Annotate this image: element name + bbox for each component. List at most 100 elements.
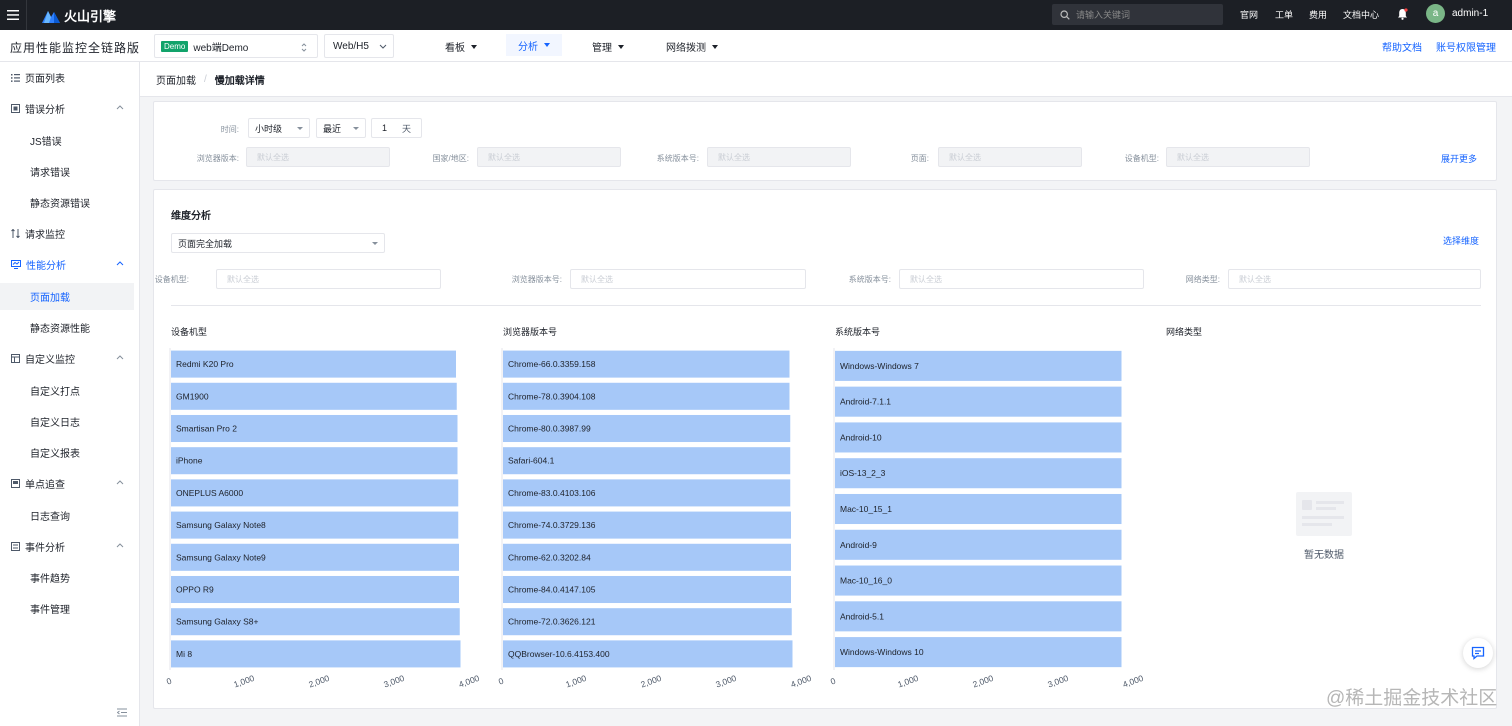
sidebar-item-log-query[interactable]: 日志查询 (0, 502, 134, 529)
sidebar-group-event-analysis[interactable]: 事件分析 (0, 533, 134, 560)
sidebar-item-label: 日志查询 (30, 512, 70, 523)
sidebar-item-js-error[interactable]: JS错误 (0, 127, 134, 154)
bell-icon[interactable] (1397, 8, 1408, 23)
breadcrumb-current: 慢加载详情 (214, 75, 265, 87)
sidebar-item-custom-tracking[interactable]: 自定义打点 (0, 377, 134, 404)
device-model-dim-filter[interactable]: 默认全选 (216, 269, 441, 289)
sidebar-item-event-trend[interactable]: 事件趋势 (0, 564, 134, 591)
bar[interactable] (171, 382, 457, 410)
expand-more-link[interactable]: 展开更多 (1441, 152, 1477, 165)
link-ticket[interactable]: 工单 (1275, 8, 1293, 21)
app-name: web端Demo (193, 42, 249, 54)
caret-down-icon (712, 44, 718, 49)
sidebar-item-custom-report[interactable]: 自定义报表 (0, 439, 134, 466)
sidebar-item-custom-log[interactable]: 自定义日志 (0, 408, 134, 435)
count-input[interactable]: 1天 (371, 118, 422, 138)
nav-network-probe[interactable]: 网络拨测 (666, 39, 718, 54)
sidebar-group-custom-monitor[interactable]: 自定义监控 (0, 345, 134, 372)
range-select[interactable]: 最近 (316, 118, 366, 138)
watermark: @稀土掘金技术社区 (1326, 688, 1498, 709)
sidebar-item-label: 静态资源性能 (30, 324, 90, 335)
collapse-sidebar-icon[interactable] (116, 708, 127, 720)
nav-analysis-label: 分析 (518, 41, 538, 53)
bar[interactable] (171, 575, 459, 604)
metric-value: 页面完全加载 (178, 238, 233, 249)
brand-logo[interactable]: 火山引擎 (42, 6, 116, 25)
sidebar-item-request-monitor[interactable]: 请求监控 (0, 220, 134, 247)
bar-label: Samsung Galaxy S8+ (176, 617, 258, 627)
sidebar-item-page-load[interactable]: 页面加载 (0, 283, 134, 310)
country-region-filter[interactable]: 默认全选 (477, 147, 621, 167)
username[interactable]: admin-1 (1452, 8, 1488, 19)
filter-label: 系统版本号: (656, 154, 699, 163)
bar-label: Chrome-72.0.3626.121 (508, 617, 596, 627)
bar-label: Samsung Galaxy Note9 (176, 552, 266, 562)
platform-selector[interactable]: Web/H5 (324, 34, 394, 58)
bar-label: Chrome-80.0.3987.99 (508, 424, 591, 434)
network-type-dim-filter[interactable]: 默认全选 (1228, 269, 1481, 289)
breadcrumb-parent[interactable]: 页面加载 (156, 72, 196, 87)
tick-label: 2,000 (307, 673, 331, 690)
filter-label: 设备机型: (1124, 154, 1159, 163)
metric-select[interactable]: 页面完全加载 (171, 233, 385, 253)
sidebar-item-label: 事件分析 (25, 543, 65, 554)
os-version-filter[interactable]: 默认全选 (707, 147, 851, 167)
browser-version-filter[interactable]: 默认全选 (246, 147, 390, 167)
nav-manage[interactable]: 管理 (592, 39, 624, 54)
nav-analysis[interactable]: 分析 (506, 34, 562, 56)
bar[interactable] (835, 529, 1122, 560)
browser-version-dim-filter[interactable]: 默认全选 (570, 269, 806, 289)
page-filter[interactable]: 默认全选 (938, 147, 1082, 167)
sidebar-group-error-analysis[interactable]: 错误分析 (0, 95, 134, 122)
nav-manage-label: 管理 (592, 43, 612, 54)
chevron-up-icon (116, 543, 124, 548)
bar-label: Redmi K20 Pro (176, 359, 234, 369)
nav-dashboard[interactable]: 看板 (445, 39, 477, 54)
bar[interactable] (171, 447, 458, 475)
trace-icon (11, 479, 20, 488)
search-input[interactable]: 请输入关键词 (1052, 4, 1223, 25)
bar-label: Android-9 (840, 540, 877, 550)
sidebar-item-static-resource-error[interactable]: 静态资源错误 (0, 189, 134, 216)
account-permission-link[interactable]: 账号权限管理 (1436, 39, 1496, 54)
link-official-site[interactable]: 官网 (1240, 8, 1258, 21)
tick-label: 3,000 (382, 673, 406, 690)
unit-label: 天 (402, 123, 412, 134)
sidebar-item-request-error[interactable]: 请求错误 (0, 158, 134, 185)
help-docs-link[interactable]: 帮助文档 (1382, 39, 1422, 54)
platform-name: Web/H5 (333, 40, 369, 52)
monitor-icon (11, 260, 21, 269)
tick-label: 4,000 (457, 673, 480, 690)
sidebar-item-event-manage[interactable]: 事件管理 (0, 595, 134, 622)
sidebar-item-static-resource-performance[interactable]: 静态资源性能 (0, 314, 134, 341)
bar-label: Samsung Galaxy Note8 (176, 520, 266, 530)
tick-label: 1,000 (896, 673, 920, 690)
tick-label: 1,000 (564, 673, 588, 690)
nav-dashboard-label: 看板 (445, 43, 465, 54)
choose-dimension-link[interactable]: 选择维度 (1443, 234, 1479, 247)
device-model-chart: Redmi K20 Pro GM1900 Smartisan Pro 2 iPhone… (165, 348, 480, 690)
sidebar-item-label: 请求错误 (30, 168, 70, 179)
filter-label: 页面: (910, 154, 929, 163)
app-selector[interactable]: Demo web端Demo (154, 34, 318, 58)
link-billing[interactable]: 费用 (1309, 8, 1327, 21)
link-docs-center[interactable]: 文档中心 (1343, 8, 1379, 21)
bar-label: Chrome-83.0.4103.106 (508, 488, 596, 498)
feedback-button[interactable] (1463, 638, 1493, 668)
bar-label: Chrome-66.0.3359.158 (508, 359, 596, 369)
device-model-filter[interactable]: 默认全选 (1166, 147, 1310, 167)
bar-label: Chrome-84.0.4147.105 (508, 585, 596, 595)
avatar[interactable]: a (1426, 4, 1445, 23)
sidebar-item-page-list[interactable]: 页面列表 (0, 64, 134, 91)
tick-label: 3,000 (1046, 673, 1070, 690)
sidebar-group-single-trace[interactable]: 单点追查 (0, 470, 134, 497)
os-version-dim-filter[interactable]: 默认全选 (899, 269, 1144, 289)
bar-label: Android-5.1 (840, 611, 884, 621)
granularity-select[interactable]: 小时级 (248, 118, 310, 138)
sidebar-item-label: 请求监控 (25, 230, 65, 241)
search-placeholder: 请输入关键词 (1076, 10, 1131, 20)
bar[interactable] (171, 640, 461, 668)
count-value: 1 (382, 123, 388, 133)
menu-icon[interactable] (0, 0, 27, 30)
bar-label: Windows-Windows 10 (840, 647, 924, 657)
